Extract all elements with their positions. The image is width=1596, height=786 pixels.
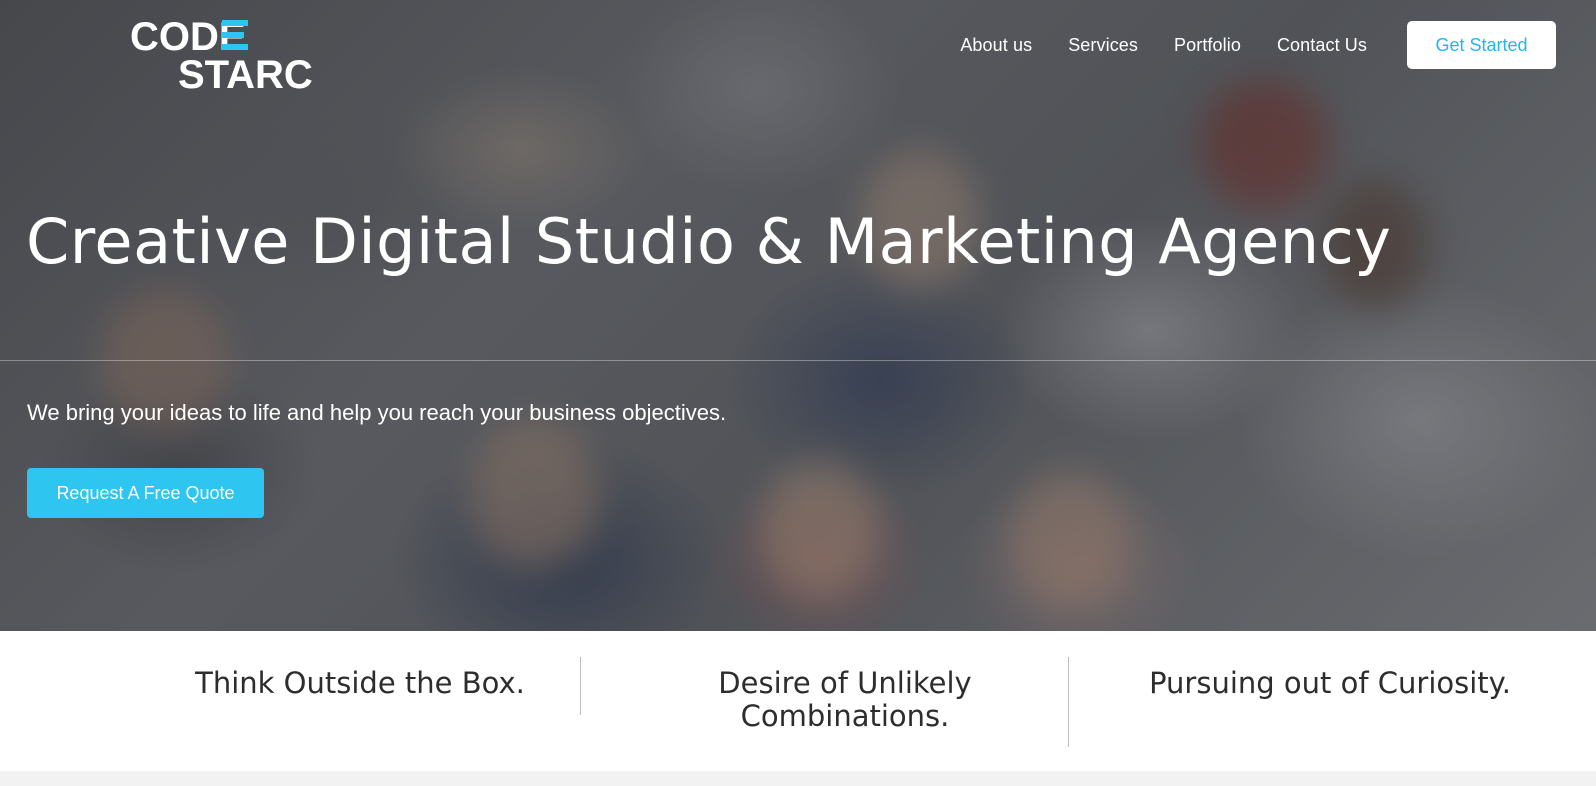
nav-item-about-us[interactable]: About us: [960, 35, 1032, 56]
site-logo[interactable]: CODE STARC: [130, 16, 315, 90]
feature-curiosity: Pursuing out of Curiosity.: [1149, 666, 1511, 700]
feature-unlikely-combinations: Desire of Unlikely Combinations.: [718, 666, 972, 733]
hero-overlay: [0, 0, 1596, 631]
nav-item-contact-us[interactable]: Contact Us: [1277, 35, 1367, 56]
logo-text-line2: STARC: [178, 53, 313, 90]
main-nav: About us Services Portfolio Contact Us: [924, 35, 1367, 56]
feature-strip: Think Outside the Box. Desire of Unlikel…: [0, 631, 1596, 771]
page-title: Creative Digital Studio & Marketing Agen…: [26, 205, 1392, 278]
hero-subline: We bring your ideas to life and help you…: [27, 400, 727, 425]
hero-section: CODE STARC About us Services Portfolio C…: [0, 0, 1596, 631]
feature-divider: [580, 657, 581, 715]
get-started-button[interactable]: Get Started: [1407, 21, 1556, 69]
request-quote-button[interactable]: Request A Free Quote: [27, 468, 264, 518]
feature-divider: [1068, 657, 1069, 747]
nav-item-services[interactable]: Services: [1068, 35, 1138, 56]
hero-divider: [0, 360, 1596, 361]
nav-item-portfolio[interactable]: Portfolio: [1174, 35, 1241, 56]
feature-think-outside: Think Outside the Box.: [195, 666, 525, 700]
